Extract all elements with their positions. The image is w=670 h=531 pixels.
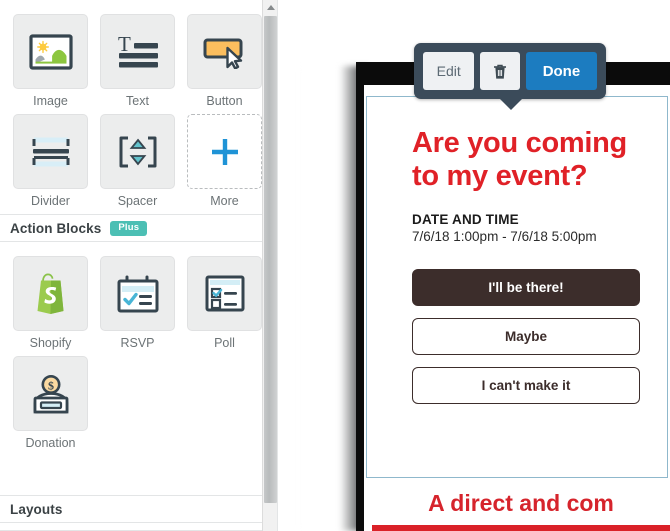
poll-tile[interactable] bbox=[187, 256, 262, 331]
delete-button[interactable] bbox=[480, 52, 520, 90]
scrollbar-thumb[interactable] bbox=[264, 16, 277, 503]
done-button[interactable]: Done bbox=[525, 52, 597, 90]
svg-text:$: $ bbox=[48, 378, 54, 392]
block-item-poll[interactable]: Poll bbox=[187, 256, 262, 350]
sidebar-scrollbar[interactable] bbox=[262, 0, 277, 531]
shopify-tile[interactable] bbox=[13, 256, 88, 331]
block-item-text[interactable]: T Text bbox=[100, 14, 175, 108]
calendar-check-icon bbox=[117, 275, 158, 312]
edit-button[interactable]: Edit bbox=[423, 52, 475, 90]
button-cursor-icon bbox=[203, 38, 242, 69]
plus-icon bbox=[211, 138, 238, 165]
block-toolbar: Edit Done bbox=[414, 43, 606, 99]
block-label: RSVP bbox=[120, 336, 155, 350]
action-blocks-grid: Shopify RSVP Poll $ Donation bbox=[0, 242, 277, 456]
section-header-layouts[interactable]: Layouts bbox=[0, 495, 277, 523]
block-item-spacer[interactable]: Spacer bbox=[100, 114, 175, 208]
block-label: Button bbox=[206, 94, 243, 108]
block-item-divider[interactable]: Divider bbox=[13, 114, 88, 208]
canvas-gap-top bbox=[290, 0, 370, 66]
section-header-action-blocks: Action Blocks Plus bbox=[0, 214, 277, 242]
toolbar-pointer bbox=[500, 99, 522, 110]
block-item-more[interactable]: More bbox=[187, 114, 262, 208]
divider-icon bbox=[32, 137, 69, 166]
text-icon: T bbox=[118, 34, 158, 67]
block-label: Donation bbox=[25, 436, 76, 450]
donation-tile[interactable]: $ bbox=[13, 356, 88, 431]
section-title: Layouts bbox=[10, 501, 63, 517]
email-block-headline[interactable]: A direct and com bbox=[372, 490, 670, 517]
divider-tile[interactable] bbox=[13, 114, 88, 189]
date-time-value: 7/6/18 1:00pm - 7/6/18 5:00pm bbox=[412, 229, 597, 244]
block-label: Divider bbox=[31, 194, 70, 208]
basic-blocks-grid: Image T Text Button Divider Spacer More bbox=[0, 0, 277, 214]
block-label: More bbox=[210, 194, 239, 208]
image-icon bbox=[28, 33, 73, 70]
rsvp-content: Are you coming to my event? DATE AND TIM… bbox=[367, 97, 667, 404]
block-item-image[interactable]: Image bbox=[13, 14, 88, 108]
blocks-sidebar: Image T Text Button Divider Spacer More … bbox=[0, 0, 278, 531]
email-canvas: Are you coming to my event? DATE AND TIM… bbox=[364, 85, 670, 531]
section-title: Action Blocks bbox=[10, 220, 102, 236]
button-tile[interactable] bbox=[187, 14, 262, 89]
block-item-donation[interactable]: $ Donation bbox=[13, 356, 88, 450]
trash-icon bbox=[494, 64, 507, 79]
frame-edge-left bbox=[356, 62, 364, 531]
block-label: Poll bbox=[214, 336, 235, 350]
rsvp-button-declined[interactable]: I can't make it bbox=[412, 367, 640, 404]
poll-checklist-icon bbox=[205, 275, 244, 311]
chevron-up-icon bbox=[266, 5, 275, 10]
block-label: Shopify bbox=[29, 336, 72, 350]
date-time-label: DATE AND TIME bbox=[412, 212, 519, 227]
block-label: Spacer bbox=[117, 194, 158, 208]
email-block-rsvp[interactable]: Are you coming to my event? DATE AND TIM… bbox=[366, 96, 668, 478]
spacer-icon bbox=[119, 136, 156, 167]
email-preview-frame: Are you coming to my event? DATE AND TIM… bbox=[356, 62, 670, 531]
rsvp-headline: Are you coming to my event? bbox=[412, 127, 627, 192]
scroll-up-button[interactable] bbox=[263, 0, 277, 15]
donation-coin-icon: $ bbox=[33, 374, 68, 413]
plus-badge: Plus bbox=[110, 220, 148, 236]
shopify-bag-icon bbox=[37, 273, 63, 314]
block-label: Text bbox=[126, 94, 149, 108]
subheadline-text: Use a subheadline to sell the m bbox=[372, 525, 670, 531]
spacer-tile[interactable] bbox=[100, 114, 175, 189]
rsvp-button-maybe[interactable]: Maybe bbox=[412, 318, 640, 355]
block-item-rsvp[interactable]: RSVP bbox=[100, 256, 175, 350]
block-item-button[interactable]: Button bbox=[187, 14, 262, 108]
app-root: Image T Text Button Divider Spacer More … bbox=[0, 0, 670, 531]
block-label: Image bbox=[33, 94, 68, 108]
image-tile[interactable] bbox=[13, 14, 88, 89]
rsvp-button-attending[interactable]: I'll be there! bbox=[412, 269, 640, 306]
block-item-shopify[interactable]: Shopify bbox=[13, 256, 88, 350]
email-block-subheadline-band[interactable]: Use a subheadline to sell the m bbox=[372, 525, 670, 531]
text-tile[interactable]: T bbox=[100, 14, 175, 89]
svg-text:T: T bbox=[118, 34, 131, 56]
rsvp-tile[interactable] bbox=[100, 256, 175, 331]
more-tile[interactable] bbox=[187, 114, 262, 189]
